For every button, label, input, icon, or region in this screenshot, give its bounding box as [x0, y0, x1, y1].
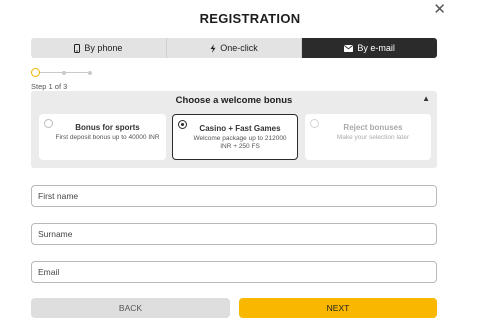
- bonus-heading: Choose a welcome bonus: [175, 95, 293, 106]
- registration-method-tabs: By phone One-click By e-mail: [31, 38, 437, 58]
- welcome-bonus-panel: Choose a welcome bonus ▲ Bonus for sport…: [31, 91, 437, 168]
- email-field[interactable]: [31, 261, 437, 283]
- bonus-option-title: Reject bonuses: [343, 123, 403, 132]
- lightning-icon: [210, 43, 216, 53]
- page-title: REGISTRATION: [199, 11, 301, 26]
- step-counter: Step 1 of 3: [31, 82, 68, 91]
- tab-one-click[interactable]: One-click: [166, 38, 303, 58]
- bonus-option-title: Casino + Fast Games: [199, 124, 281, 133]
- envelope-icon: [344, 44, 354, 52]
- bonus-option-description: First deposit bonus up to 40000 INR: [55, 134, 160, 141]
- tab-label: By e-mail: [357, 43, 395, 53]
- back-button[interactable]: BACK: [31, 298, 230, 318]
- phone-icon: [74, 43, 81, 53]
- bonus-option-description: Welcome package up to 212000 INR + 250 F…: [193, 135, 287, 150]
- bonus-option-title: Bonus for sports: [75, 123, 140, 132]
- tab-label: One-click: [220, 43, 258, 53]
- bonus-option-reject[interactable]: Reject bonuses Make your selection later: [305, 114, 431, 160]
- step-indicator-current: [31, 68, 40, 77]
- close-icon[interactable]: ✕: [433, 2, 446, 17]
- step-connector: [40, 72, 62, 73]
- first-name-field[interactable]: [31, 185, 437, 207]
- tab-by-email[interactable]: By e-mail: [302, 38, 437, 58]
- bonus-option-description: Make your selection later: [336, 134, 410, 141]
- step-indicator: [88, 71, 92, 75]
- radio-button[interactable]: [44, 119, 53, 128]
- bonus-option-casino[interactable]: Casino + Fast Games Welcome package up t…: [172, 114, 298, 160]
- radio-button[interactable]: [310, 119, 319, 128]
- step-progress: [31, 68, 101, 78]
- chevron-up-icon[interactable]: ▲: [422, 94, 430, 103]
- step-connector: [66, 72, 88, 73]
- next-button[interactable]: NEXT: [239, 298, 437, 318]
- tab-label: By phone: [84, 43, 123, 53]
- tab-by-phone[interactable]: By phone: [31, 38, 167, 58]
- radio-button[interactable]: [178, 120, 187, 129]
- bonus-option-sports[interactable]: Bonus for sports First deposit bonus up …: [39, 114, 166, 160]
- surname-field[interactable]: [31, 223, 437, 245]
